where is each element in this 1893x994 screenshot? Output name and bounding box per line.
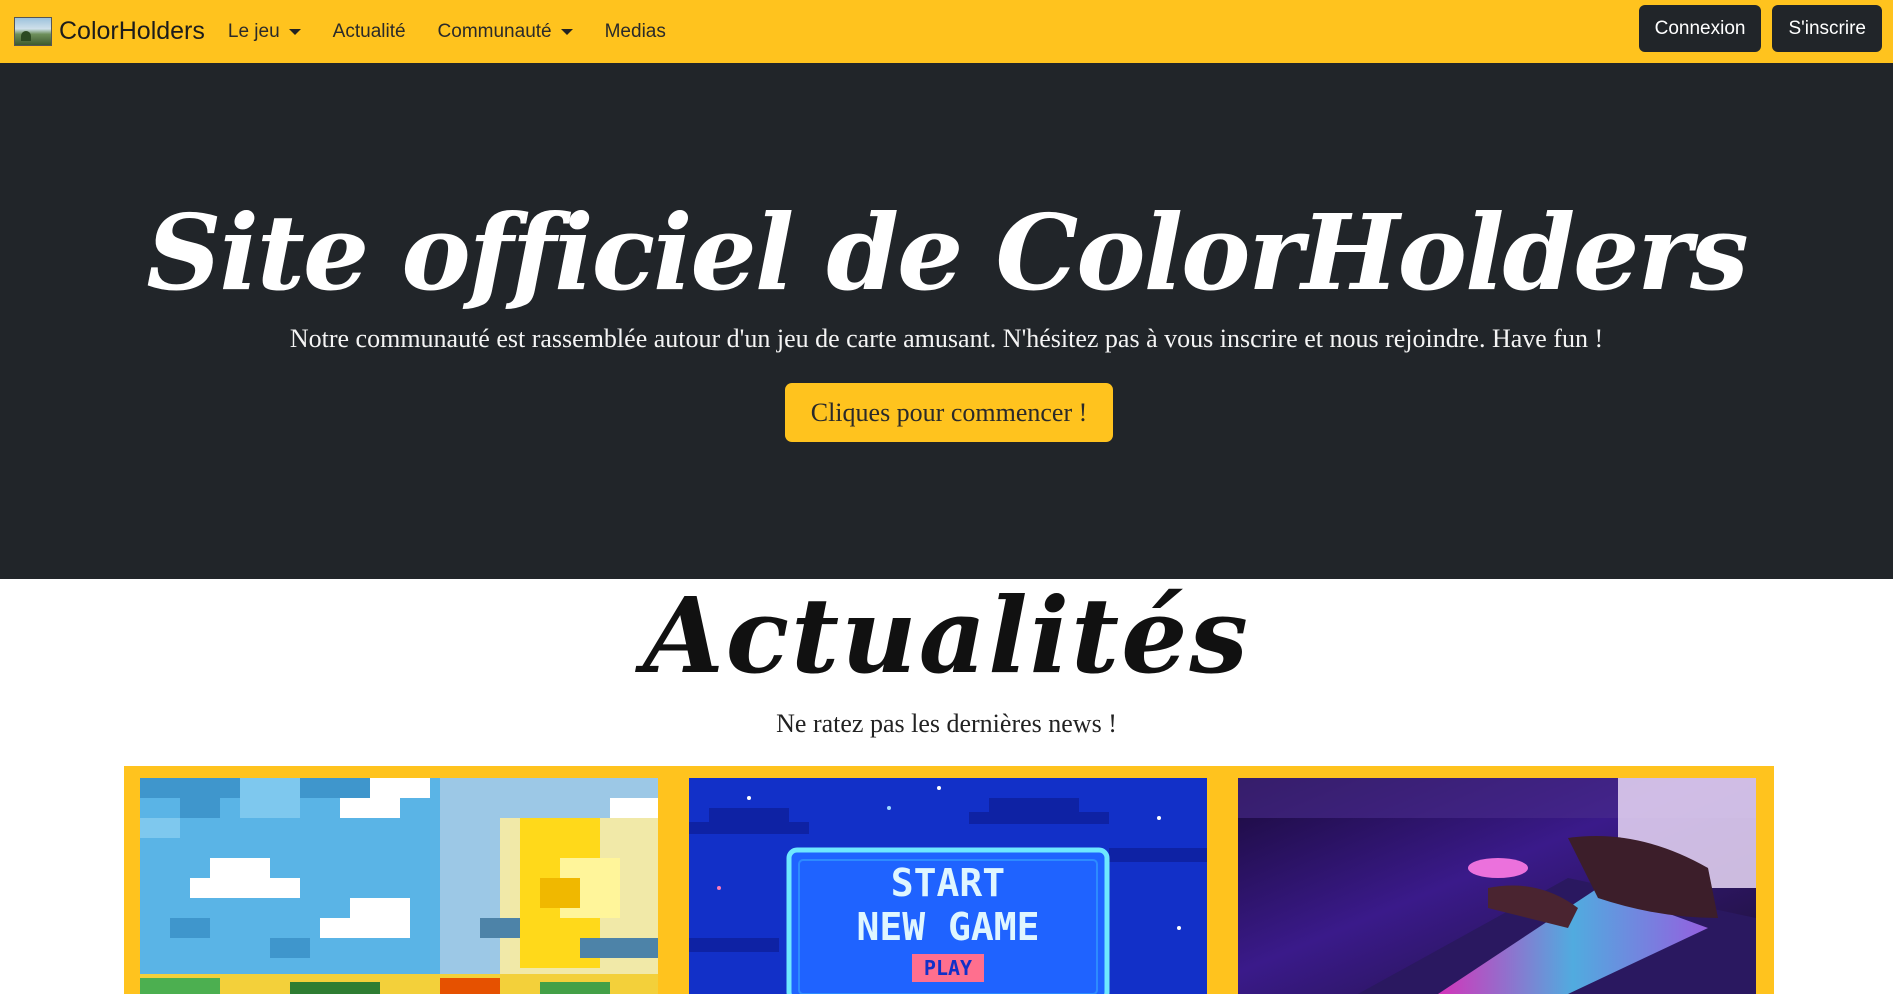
brand-link[interactable]: ColorHolders <box>14 17 205 46</box>
hero-subtitle: Notre communauté est rassemblée autour d… <box>289 324 1604 353</box>
news-subtitle: Ne ratez pas les dernières news ! <box>776 709 1117 738</box>
chevron-down-icon <box>560 28 573 35</box>
gaming-photo-image <box>1238 778 1756 994</box>
hero-section: Site officiel de ColorHolders Notre comm… <box>0 63 1893 579</box>
brand-name: ColorHolders <box>59 17 205 45</box>
nav-link-label: Communauté <box>437 20 552 42</box>
news-cards: START NEW GAME PLAY <box>124 766 1774 994</box>
nav-link-label: Le jeu <box>227 20 280 42</box>
chevron-down-icon <box>288 28 301 35</box>
news-title: Actualités <box>643 574 1250 697</box>
nav-link-communaute[interactable]: Communauté <box>438 21 573 43</box>
navbar: ColorHolders Le jeu Actualité Communauté… <box>0 0 1893 63</box>
signup-button[interactable]: S'inscrire <box>1772 5 1882 52</box>
auth-buttons: Connexion S'inscrire <box>1628 5 1882 52</box>
nav-link-actualite[interactable]: Actualité <box>333 21 406 43</box>
hero-title: Site officiel de ColorHolders <box>146 191 1748 314</box>
brand-logo <box>14 17 52 46</box>
nav-links: Le jeu Actualité Communauté Medias <box>228 21 698 43</box>
start-button[interactable]: Cliques pour commencer ! <box>785 383 1113 442</box>
start-screen-image: START NEW GAME PLAY <box>689 778 1207 994</box>
new-game-text: NEW GAME <box>856 905 1039 949</box>
nav-link-label: Medias <box>604 20 666 42</box>
login-button[interactable]: Connexion <box>1638 5 1762 52</box>
nav-link-label: Actualité <box>332 20 406 42</box>
play-badge: PLAY <box>924 956 972 980</box>
nav-link-medias[interactable]: Medias <box>605 21 666 43</box>
start-text: START <box>891 861 1005 905</box>
pixel-sky-image <box>140 778 658 994</box>
news-card-start-game[interactable]: START NEW GAME PLAY <box>689 778 1207 994</box>
news-card-gaming-setup[interactable] <box>1238 778 1756 994</box>
news-card-pixel-sky[interactable] <box>140 778 658 994</box>
nav-link-le-jeu[interactable]: Le jeu <box>228 21 301 43</box>
